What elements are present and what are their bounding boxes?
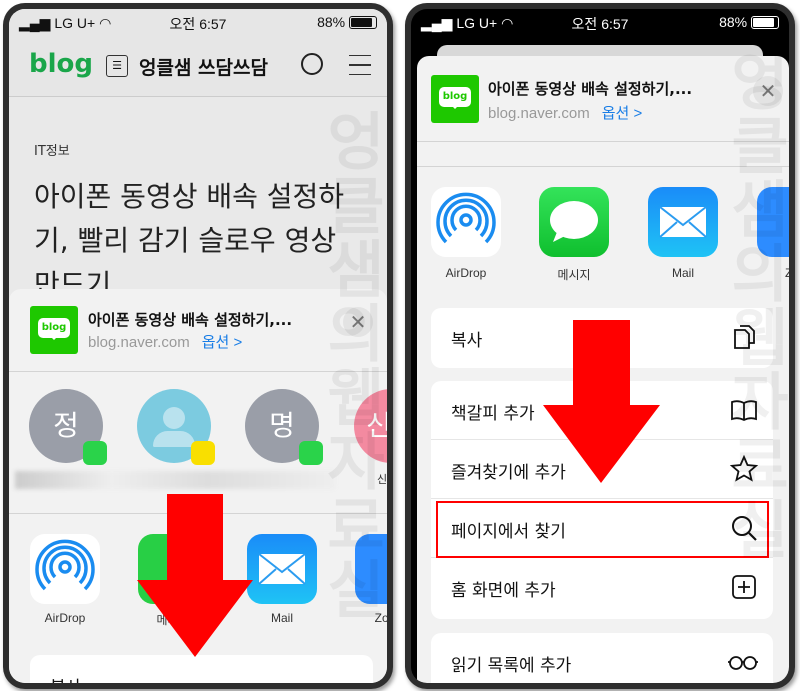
- red-down-arrow-right: [543, 320, 660, 483]
- red-down-arrow-left: [137, 494, 253, 657]
- annotation-arrows: [137, 320, 660, 657]
